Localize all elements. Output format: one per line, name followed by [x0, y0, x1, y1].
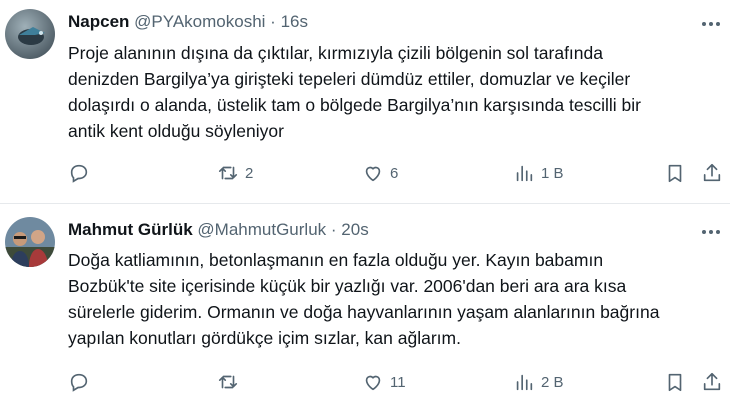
display-name[interactable]: Mahmut Gürlük — [68, 220, 193, 239]
share-icon — [703, 372, 721, 391]
tweet-text-line: Proje alanının dışına da çıktılar, kırmı… — [68, 43, 603, 63]
share-icon — [703, 163, 721, 182]
group-photo-avatar-icon — [5, 217, 55, 267]
reply-button[interactable] — [68, 161, 96, 185]
reply-icon — [70, 164, 88, 183]
retweet-button[interactable] — [217, 370, 245, 394]
bookmark-button[interactable] — [664, 161, 686, 185]
tweet-text-line: yapılan konutları gördükçe içim sızlar, … — [68, 328, 461, 348]
action-bar: 2 6 1 B — [68, 161, 728, 185]
views-button[interactable]: 1 B — [513, 161, 564, 185]
retweet-button[interactable]: 2 — [217, 161, 253, 185]
retweet-icon — [218, 166, 238, 180]
tweet-text: Proje alanının dışına da çıktılar, kırmı… — [68, 40, 723, 144]
tweet-text-line: dolaşırdı o alanda, üstelik tam o bölged… — [68, 95, 641, 115]
reply-icon — [70, 373, 88, 392]
like-count: 11 — [390, 373, 406, 391]
tweet-text-line: sürelerle giderim. Ormanın ve doğa hayva… — [68, 302, 660, 322]
tweet-text-line: antik kent olduğu söyleniyor — [68, 121, 284, 141]
avatar[interactable] — [5, 9, 55, 59]
separator-dot: · — [270, 12, 276, 31]
reply-button[interactable] — [68, 370, 96, 394]
tweet-text-line: Doğa katliamının, betonlaşmanın en fazla… — [68, 250, 604, 270]
retweet-count: 2 — [245, 164, 254, 182]
retweet-icon — [218, 375, 238, 389]
views-count: 2 B — [541, 373, 564, 391]
tweet-header: Mahmut Gürlük @MahmutGurluk · 20s — [68, 220, 369, 240]
tweet-text: Doğa katliamının, betonlaşmanın en fazla… — [68, 247, 723, 351]
like-button[interactable]: 6 — [362, 161, 398, 185]
bookmark-icon — [668, 373, 682, 392]
separator-dot: · — [330, 220, 337, 239]
views-count: 1 B — [541, 164, 564, 182]
tweet-text-line: denizden Bargilya’ya girişteki tepeleri … — [68, 69, 631, 89]
timestamp[interactable]: 20s — [341, 220, 368, 239]
views-button[interactable]: 2 B — [513, 370, 564, 394]
bird-avatar-icon — [5, 9, 55, 59]
user-handle[interactable]: @MahmutGurluk — [197, 220, 326, 239]
share-button[interactable] — [701, 161, 723, 185]
more-dots-icon[interactable] — [698, 14, 724, 34]
tweet-text-line: Bozbük'te site içerisinde küçük bir yazl… — [68, 276, 627, 296]
like-button[interactable]: 11 — [362, 370, 406, 394]
share-button[interactable] — [701, 370, 723, 394]
tweet-header: Napcen @PYAkomokoshi · 16s — [68, 12, 308, 32]
avatar[interactable] — [5, 217, 55, 267]
heart-icon — [365, 166, 381, 182]
like-count: 6 — [390, 164, 399, 182]
bookmark-button[interactable] — [664, 370, 686, 394]
timestamp[interactable]: 16s — [281, 12, 308, 31]
display-name[interactable]: Napcen — [68, 12, 129, 31]
tweet: Napcen @PYAkomokoshi · 16s Proje alanını… — [0, 0, 730, 204]
tweet: Mahmut Gürlük @MahmutGurluk · 20s Doğa k… — [0, 204, 730, 420]
views-chart-icon — [516, 374, 533, 391]
more-dots-icon[interactable] — [698, 222, 724, 242]
user-handle[interactable]: @PYAkomokoshi — [134, 12, 265, 31]
action-bar: 11 2 B — [68, 370, 728, 394]
bookmark-icon — [668, 164, 682, 183]
views-chart-icon — [516, 165, 533, 182]
heart-icon — [365, 375, 381, 391]
